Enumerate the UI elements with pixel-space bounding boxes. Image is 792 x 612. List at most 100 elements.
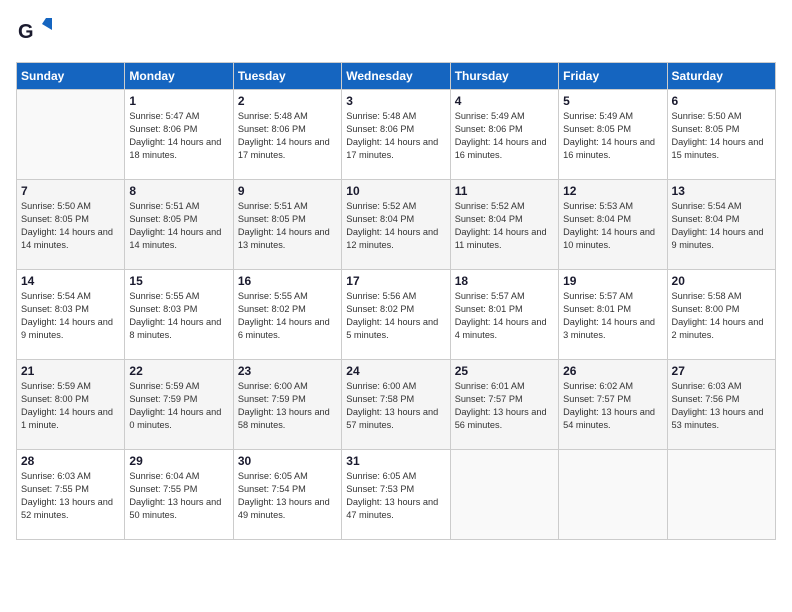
day-info: Sunrise: 5:52 AM Sunset: 8:04 PM Dayligh… [346, 200, 445, 252]
calendar-day-cell: 11 Sunrise: 5:52 AM Sunset: 8:04 PM Dayli… [450, 180, 558, 270]
calendar-day-cell: 2Sunrise: 5:48 AM Sunset: 8:06 PM Daylig… [233, 90, 341, 180]
svg-text:G: G [18, 21, 34, 43]
day-info: Sunrise: 5:55 AM Sunset: 8:02 PM Dayligh… [238, 290, 337, 342]
day-info: Sunrise: 5:50 AM Sunset: 8:05 PM Dayligh… [21, 200, 120, 252]
weekday-header: Saturday [667, 63, 775, 90]
day-number: 7 [21, 184, 120, 198]
logo: G [16, 16, 56, 52]
calendar-table: SundayMondayTuesdayWednesdayThursdayFrid… [16, 62, 776, 540]
day-number: 11 [455, 184, 554, 198]
calendar-week-row: 21Sunrise: 5:59 AM Sunset: 8:00 PM Dayli… [17, 360, 776, 450]
calendar-day-cell: 21Sunrise: 5:59 AM Sunset: 8:00 PM Dayli… [17, 360, 125, 450]
day-info: Sunrise: 6:02 AM Sunset: 7:57 PM Dayligh… [563, 380, 662, 432]
calendar-day-cell: 26 Sunrise: 6:02 AM Sunset: 7:57 PM Dayli… [559, 360, 667, 450]
calendar-week-row: 14Sunrise: 5:54 AM Sunset: 8:03 PM Dayli… [17, 270, 776, 360]
calendar-day-cell: 20Sunrise: 5:58 AM Sunset: 8:00 PM Dayli… [667, 270, 775, 360]
calendar-day-cell: 17Sunrise: 5:56 AM Sunset: 8:02 PM Dayli… [342, 270, 450, 360]
logo-icon: G [16, 16, 52, 52]
calendar-day-cell: 4 Sunrise: 5:49 AM Sunset: 8:06 PM Daylig… [450, 90, 558, 180]
weekday-header: Thursday [450, 63, 558, 90]
calendar-day-cell: 19Sunrise: 5:57 AM Sunset: 8:01 PM Dayli… [559, 270, 667, 360]
day-number: 4 [455, 94, 554, 108]
day-info: Sunrise: 5:59 AM Sunset: 7:59 PM Dayligh… [129, 380, 228, 432]
calendar-day-cell: 25 Sunrise: 6:01 AM Sunset: 7:57 PM Dayli… [450, 360, 558, 450]
weekday-header: Monday [125, 63, 233, 90]
day-info: Sunrise: 5:57 AM Sunset: 8:01 PM Dayligh… [455, 290, 554, 342]
day-number: 9 [238, 184, 337, 198]
weekday-header: Wednesday [342, 63, 450, 90]
calendar-day-cell: 16Sunrise: 5:55 AM Sunset: 8:02 PM Dayli… [233, 270, 341, 360]
day-info: Sunrise: 5:52 AM Sunset: 8:04 PM Dayligh… [455, 200, 554, 252]
calendar-day-cell: 27 Sunrise: 6:03 AM Sunset: 7:56 PM Dayli… [667, 360, 775, 450]
day-number: 31 [346, 454, 445, 468]
day-number: 29 [129, 454, 228, 468]
calendar-day-cell [450, 450, 558, 540]
day-info: Sunrise: 6:00 AM Sunset: 7:59 PM Dayligh… [238, 380, 337, 432]
day-info: Sunrise: 6:05 AM Sunset: 7:54 PM Dayligh… [238, 470, 337, 522]
day-info: Sunrise: 5:51 AM Sunset: 8:05 PM Dayligh… [238, 200, 337, 252]
day-info: Sunrise: 5:48 AM Sunset: 8:06 PM Dayligh… [238, 110, 337, 162]
calendar-week-row: 7 Sunrise: 5:50 AM Sunset: 8:05 PM Daylig… [17, 180, 776, 270]
day-info: Sunrise: 5:50 AM Sunset: 8:05 PM Dayligh… [672, 110, 771, 162]
day-number: 25 [455, 364, 554, 378]
calendar-day-cell: 23 Sunrise: 6:00 AM Sunset: 7:59 PM Dayli… [233, 360, 341, 450]
calendar-day-cell [559, 450, 667, 540]
day-number: 6 [672, 94, 771, 108]
calendar-day-cell: 9 Sunrise: 5:51 AM Sunset: 8:05 PM Daylig… [233, 180, 341, 270]
calendar-day-cell: 12Sunrise: 5:53 AM Sunset: 8:04 PM Dayli… [559, 180, 667, 270]
day-info: Sunrise: 5:51 AM Sunset: 8:05 PM Dayligh… [129, 200, 228, 252]
day-info: Sunrise: 6:00 AM Sunset: 7:58 PM Dayligh… [346, 380, 445, 432]
day-number: 21 [21, 364, 120, 378]
day-number: 14 [21, 274, 120, 288]
calendar-day-cell [17, 90, 125, 180]
day-info: Sunrise: 5:47 AM Sunset: 8:06 PM Dayligh… [129, 110, 228, 162]
day-number: 28 [21, 454, 120, 468]
calendar-day-cell: 6 Sunrise: 5:50 AM Sunset: 8:05 PM Daylig… [667, 90, 775, 180]
day-info: Sunrise: 6:04 AM Sunset: 7:55 PM Dayligh… [129, 470, 228, 522]
calendar-day-cell [667, 450, 775, 540]
day-number: 3 [346, 94, 445, 108]
day-info: Sunrise: 6:05 AM Sunset: 7:53 PM Dayligh… [346, 470, 445, 522]
calendar-week-row: 1Sunrise: 5:47 AM Sunset: 8:06 PM Daylig… [17, 90, 776, 180]
day-info: Sunrise: 6:01 AM Sunset: 7:57 PM Dayligh… [455, 380, 554, 432]
day-number: 26 [563, 364, 662, 378]
calendar-day-cell: 15 Sunrise: 5:55 AM Sunset: 8:03 PM Dayli… [125, 270, 233, 360]
day-number: 23 [238, 364, 337, 378]
day-number: 12 [563, 184, 662, 198]
day-number: 27 [672, 364, 771, 378]
day-number: 20 [672, 274, 771, 288]
calendar-day-cell: 3 Sunrise: 5:48 AM Sunset: 8:06 PM Daylig… [342, 90, 450, 180]
day-number: 18 [455, 274, 554, 288]
day-info: Sunrise: 5:49 AM Sunset: 8:05 PM Dayligh… [563, 110, 662, 162]
day-number: 22 [129, 364, 228, 378]
calendar-day-cell: 31 Sunrise: 6:05 AM Sunset: 7:53 PM Dayli… [342, 450, 450, 540]
day-number: 8 [129, 184, 228, 198]
weekday-header: Friday [559, 63, 667, 90]
day-info: Sunrise: 6:03 AM Sunset: 7:55 PM Dayligh… [21, 470, 120, 522]
page-header: G [16, 16, 776, 52]
calendar-day-cell: 24Sunrise: 6:00 AM Sunset: 7:58 PM Dayli… [342, 360, 450, 450]
calendar-day-cell: 22 Sunrise: 5:59 AM Sunset: 7:59 PM Dayli… [125, 360, 233, 450]
calendar-day-cell: 28 Sunrise: 6:03 AM Sunset: 7:55 PM Dayli… [17, 450, 125, 540]
day-number: 10 [346, 184, 445, 198]
day-number: 15 [129, 274, 228, 288]
weekday-header: Sunday [17, 63, 125, 90]
day-info: Sunrise: 5:56 AM Sunset: 8:02 PM Dayligh… [346, 290, 445, 342]
day-number: 13 [672, 184, 771, 198]
weekday-header: Tuesday [233, 63, 341, 90]
calendar-day-cell: 14Sunrise: 5:54 AM Sunset: 8:03 PM Dayli… [17, 270, 125, 360]
calendar-day-cell: 10 Sunrise: 5:52 AM Sunset: 8:04 PM Dayli… [342, 180, 450, 270]
day-info: Sunrise: 5:57 AM Sunset: 8:01 PM Dayligh… [563, 290, 662, 342]
calendar-day-cell: 13 Sunrise: 5:54 AM Sunset: 8:04 PM Dayli… [667, 180, 775, 270]
day-info: Sunrise: 5:49 AM Sunset: 8:06 PM Dayligh… [455, 110, 554, 162]
calendar-day-cell: 30Sunrise: 6:05 AM Sunset: 7:54 PM Dayli… [233, 450, 341, 540]
calendar-day-cell: 7 Sunrise: 5:50 AM Sunset: 8:05 PM Daylig… [17, 180, 125, 270]
weekday-header-row: SundayMondayTuesdayWednesdayThursdayFrid… [17, 63, 776, 90]
calendar-day-cell: 5 Sunrise: 5:49 AM Sunset: 8:05 PM Daylig… [559, 90, 667, 180]
day-info: Sunrise: 5:48 AM Sunset: 8:06 PM Dayligh… [346, 110, 445, 162]
calendar-day-cell: 8 Sunrise: 5:51 AM Sunset: 8:05 PM Daylig… [125, 180, 233, 270]
day-info: Sunrise: 5:55 AM Sunset: 8:03 PM Dayligh… [129, 290, 228, 342]
day-info: Sunrise: 6:03 AM Sunset: 7:56 PM Dayligh… [672, 380, 771, 432]
day-info: Sunrise: 5:54 AM Sunset: 8:04 PM Dayligh… [672, 200, 771, 252]
day-number: 5 [563, 94, 662, 108]
